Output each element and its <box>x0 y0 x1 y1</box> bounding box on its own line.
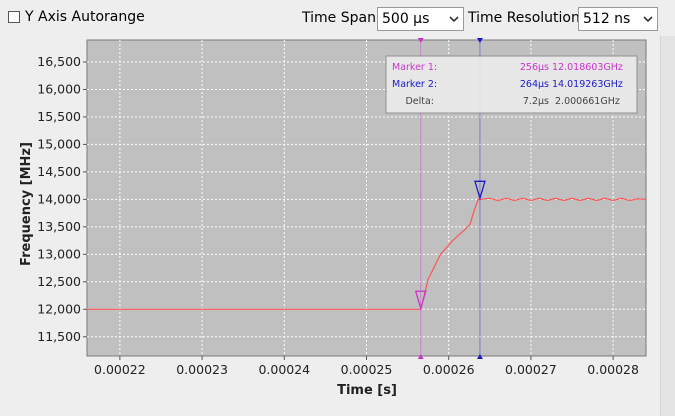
toolbar: Y Axis Autorange Time Span 500 µs Time R… <box>0 0 675 38</box>
x-tick-label: 0.00022 <box>94 362 146 377</box>
time-span-select[interactable]: 500 µs <box>377 7 464 31</box>
y-tick-label: 13,000 <box>37 246 81 261</box>
x-axis-title: Time [s] <box>337 383 397 398</box>
chevron-down-icon <box>639 15 657 23</box>
marker1-freq: 12.018603GHz <box>552 62 623 73</box>
time-span-label: Time Span <box>302 10 376 26</box>
y-tick-label: 14,000 <box>37 191 81 206</box>
y-tick-label: 13,500 <box>37 219 81 234</box>
marker2-freq: 14.019263GHz <box>552 79 623 90</box>
delta-label: Delta: <box>405 96 434 107</box>
autorange-label: Y Axis Autorange <box>25 9 145 25</box>
y-tick-label: 12,500 <box>37 274 81 289</box>
marker1-label: Marker 1: <box>392 62 437 73</box>
delta-freq: 2.000661GHz <box>555 96 620 107</box>
marker2-time: 264µs <box>520 79 549 90</box>
y-axis-title: Frequency [MHz] <box>19 142 34 266</box>
time-resolution-label: Time Resolution <box>468 10 580 26</box>
y-tick-label: 16,500 <box>37 54 81 69</box>
time-resolution-value: 512 ns <box>583 11 631 27</box>
vertical-scrollbar[interactable] <box>660 36 675 416</box>
x-tick-label: 0.00025 <box>341 362 393 377</box>
y-tick-label: 11,500 <box>37 329 81 344</box>
x-tick-label: 0.00027 <box>505 362 557 377</box>
y-tick-label: 15,500 <box>37 109 81 124</box>
marker2-label: Marker 2: <box>392 79 437 90</box>
frequency-chart[interactable]: 11,500 12,000 12,500 13,000 13,500 14,000 14,5… <box>0 36 660 416</box>
y-tick-label: 12,000 <box>37 301 81 316</box>
x-tick-label: 0.00028 <box>587 362 639 377</box>
checkbox-box[interactable] <box>8 11 20 23</box>
y-axis-autorange-checkbox[interactable]: Y Axis Autorange <box>8 9 145 25</box>
marker-legend: Marker 1: 256µs 12.018603GHz Marker 2: 2… <box>385 55 638 114</box>
chevron-down-icon <box>445 15 463 23</box>
time-span-value: 500 µs <box>382 11 430 27</box>
x-tick-label: 0.00023 <box>176 362 228 377</box>
y-tick-label: 15,000 <box>37 136 81 151</box>
y-tick-label: 16,000 <box>37 81 81 96</box>
delta-time: 7.2µs <box>523 96 549 107</box>
x-tick-label: 0.00026 <box>423 362 475 377</box>
marker1-time: 256µs <box>520 62 549 73</box>
time-resolution-select[interactable]: 512 ns <box>578 7 658 31</box>
y-tick-label: 14,500 <box>37 164 81 179</box>
x-tick-label: 0.00024 <box>258 362 310 377</box>
